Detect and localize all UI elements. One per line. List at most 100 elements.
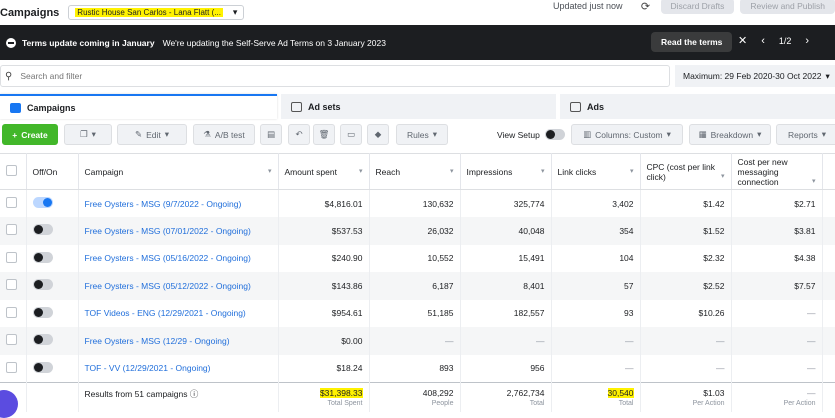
table-row[interactable]: TOF Videos - ENG (12/29/2021 - Ongoing) … bbox=[0, 299, 835, 327]
campaign-link[interactable]: Free Oysters - MSG (12/29 - Ongoing) bbox=[85, 336, 230, 346]
campaign-link[interactable]: Free Oysters - MSG (07/01/2022 - Ongoing… bbox=[85, 226, 251, 236]
col-label: Impressions bbox=[466, 166, 513, 177]
undo-button[interactable]: ↶ bbox=[288, 124, 310, 145]
reports-button[interactable]: Reports ▾ bbox=[776, 124, 835, 145]
close-icon[interactable]: ✕ bbox=[738, 34, 747, 47]
cpc-cell: — bbox=[640, 327, 732, 355]
col-reach[interactable]: Reach ▾ bbox=[369, 153, 461, 190]
total-impressions-sub: Total bbox=[529, 399, 545, 407]
row-checkbox[interactable] bbox=[6, 361, 17, 373]
chevron-right-icon[interactable]: › bbox=[805, 35, 809, 47]
sort-icon[interactable]: ▾ bbox=[450, 167, 454, 175]
reach-cell: — bbox=[369, 327, 461, 355]
col-cost-per-msg[interactable]: Cost per new messaging connection ▾ bbox=[731, 153, 823, 190]
search-container[interactable]: ⚲ bbox=[0, 65, 670, 87]
impressions-cell: 8,401 bbox=[460, 272, 552, 300]
sort-icon[interactable]: ▾ bbox=[359, 167, 363, 175]
campaign-link[interactable]: TOF - VV (12/29/2021 - Ongoing) bbox=[85, 363, 211, 373]
campaign-toggle[interactable] bbox=[32, 197, 53, 208]
table-row[interactable]: Free Oysters - MSG (9/7/2022 - Ongoing) … bbox=[0, 189, 835, 217]
table-row[interactable]: Free Oysters - MSG (07/01/2022 - Ongoing… bbox=[0, 217, 835, 245]
row-checkbox[interactable] bbox=[6, 334, 17, 346]
total-spent-value: $31,398.33 bbox=[319, 387, 363, 398]
select-all-cell[interactable] bbox=[0, 153, 27, 190]
impressions-cell: 325,774 bbox=[460, 189, 552, 217]
reach-cell: 130,632 bbox=[369, 189, 461, 217]
link-clicks-cell: 354 bbox=[551, 217, 641, 245]
view-setup[interactable]: View Setup bbox=[497, 129, 565, 140]
col-cpc[interactable]: CPC (cost per link click) ▾ bbox=[640, 153, 732, 190]
campaign-toggle[interactable] bbox=[32, 251, 53, 263]
campaigns-table: Off/On Campaign ▾ Amount spent ▾ Reach ▾ Im… bbox=[0, 153, 835, 412]
read-terms-button[interactable]: Read the terms bbox=[651, 32, 733, 52]
campaign-toggle[interactable] bbox=[32, 224, 53, 236]
delete-button[interactable]: 🗑 bbox=[313, 124, 335, 145]
total-clicks-value: 30,540 bbox=[607, 387, 634, 398]
view-setup-toggle[interactable] bbox=[544, 129, 565, 140]
tag-button[interactable]: ◆ bbox=[367, 124, 389, 145]
duplicate-button[interactable]: ❐ ▾ bbox=[64, 124, 112, 145]
tab-ads[interactable]: Ads bbox=[560, 94, 835, 119]
breakdown-button[interactable]: ▦ Breakdown ▾ bbox=[689, 124, 771, 145]
col-amount-spent[interactable]: Amount spent ▾ bbox=[278, 153, 370, 190]
review-publish-button[interactable]: Review and Publish bbox=[740, 0, 835, 14]
col-link-clicks[interactable]: Link clicks ▾ bbox=[551, 153, 641, 190]
refresh-icon[interactable]: ⟳ bbox=[637, 0, 655, 13]
table-row[interactable]: TOF - VV (12/29/2021 - Ongoing) $18.24 8… bbox=[0, 354, 835, 382]
account-selector[interactable]: Rustic House San Carlos - Lana Flatt (..… bbox=[68, 5, 245, 20]
caret-down-icon: ▾ bbox=[821, 129, 827, 139]
campaign-toggle[interactable] bbox=[32, 334, 53, 346]
table-row[interactable]: Free Oysters - MSG (12/29 - Ongoing) $0.… bbox=[0, 327, 835, 355]
impressions-cell: 956 bbox=[460, 354, 552, 382]
total-impressions-cell: 2,762,734 Total bbox=[460, 381, 552, 412]
campaign-link[interactable]: TOF Videos - ENG (12/29/2021 - Ongoing) bbox=[85, 308, 246, 318]
campaign-link[interactable]: Free Oysters - MSG (05/12/2022 - Ongoing… bbox=[85, 281, 251, 291]
info-icon[interactable]: ⓘ bbox=[190, 389, 199, 399]
ab-test-label: A/B test bbox=[214, 129, 245, 140]
sort-icon[interactable]: ▾ bbox=[721, 172, 725, 180]
row-checkbox[interactable] bbox=[6, 197, 17, 208]
date-range-picker[interactable]: Maximum: 29 Feb 2020-30 Oct 2022 ▾ bbox=[675, 65, 835, 87]
clipboard-button[interactable]: ▤ bbox=[260, 124, 282, 145]
create-button[interactable]: + Create bbox=[2, 124, 58, 145]
row-checkbox[interactable] bbox=[6, 251, 17, 263]
total-cpm-sub: Per Action bbox=[783, 399, 816, 407]
tab-ad-sets[interactable]: Ad sets bbox=[281, 94, 556, 119]
campaign-toggle[interactable] bbox=[32, 306, 53, 318]
edit-button[interactable]: ✎ Edit ▾ bbox=[117, 124, 187, 145]
amount-spent-cell: $0.00 bbox=[278, 327, 370, 355]
cost-per-msg-cell: $4.38 bbox=[731, 244, 823, 272]
total-clicks-cell: 30,540 Total bbox=[551, 381, 641, 412]
row-checkbox[interactable] bbox=[6, 306, 17, 318]
sort-icon[interactable]: ▾ bbox=[630, 167, 634, 175]
table-header-row: Off/On Campaign ▾ Amount spent ▾ Reach ▾ Im… bbox=[0, 153, 835, 190]
campaign-toggle[interactable] bbox=[32, 361, 53, 373]
search-input[interactable] bbox=[20, 71, 621, 81]
campaign-link[interactable]: Free Oysters - MSG (9/7/2022 - Ongoing) bbox=[85, 199, 242, 209]
sort-icon[interactable]: ▾ bbox=[541, 167, 545, 175]
table-row[interactable]: Free Oysters - MSG (05/16/2022 - Ongoing… bbox=[0, 244, 835, 272]
campaign-toggle[interactable] bbox=[32, 279, 53, 291]
rules-button[interactable]: Rules ▾ bbox=[396, 124, 448, 145]
columns-button[interactable]: ▥ Columns: Custom ▾ bbox=[571, 124, 683, 145]
table-row[interactable]: Free Oysters - MSG (05/12/2022 - Ongoing… bbox=[0, 272, 835, 300]
col-impressions[interactable]: Impressions ▾ bbox=[460, 153, 552, 190]
select-all-checkbox[interactable] bbox=[6, 165, 17, 176]
total-cpc-sub: Per Action bbox=[692, 399, 725, 407]
reach-cell: 10,552 bbox=[369, 244, 461, 272]
discard-drafts-button[interactable]: Discard Drafts bbox=[660, 0, 735, 14]
impressions-cell: 40,048 bbox=[460, 217, 552, 245]
sort-icon[interactable]: ▾ bbox=[268, 167, 272, 175]
col-campaign[interactable]: Campaign ▾ bbox=[78, 153, 279, 190]
row-checkbox[interactable] bbox=[6, 224, 17, 236]
ab-test-button[interactable]: ⚗ A/B test bbox=[193, 124, 255, 145]
total-cpc-cell: $1.03 Per Action bbox=[640, 381, 732, 412]
sort-icon[interactable]: ▾ bbox=[812, 177, 816, 185]
chevron-left-icon[interactable]: ‹ bbox=[761, 35, 765, 47]
preview-button[interactable]: ▭ bbox=[340, 124, 362, 145]
cpc-cell: $1.42 bbox=[640, 189, 732, 217]
tab-campaigns[interactable]: Campaigns bbox=[0, 94, 277, 119]
campaign-link[interactable]: Free Oysters - MSG (05/16/2022 - Ongoing… bbox=[85, 253, 251, 263]
totals-label: Results from 51 campaigns bbox=[84, 388, 188, 399]
row-checkbox[interactable] bbox=[6, 279, 17, 291]
